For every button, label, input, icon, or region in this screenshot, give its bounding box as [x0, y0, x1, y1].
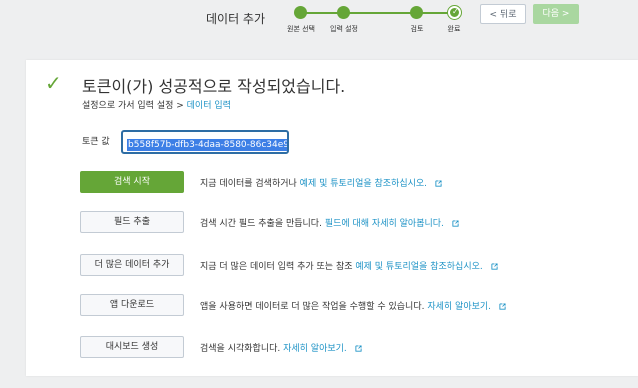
success-check-icon: ✓ — [45, 71, 62, 95]
row-text: 검색 시간 필드 추출을 만듭니다. — [200, 219, 325, 229]
action-row-search: 검색 시작 지금 데이터를 검색하거나 예제 및 튜토리얼을 참조하십시오. — [80, 171, 638, 193]
row-description: 지금 더 많은 데이터 입력 추가 또는 참조 예제 및 튜토리얼을 참조하십시… — [200, 259, 498, 272]
result-card: ✓ 토큰이(가) 성공적으로 작성되었습니다. 설정으로 가서 입력 설정 > … — [26, 60, 638, 376]
step-label-2: 입력 설정 — [330, 25, 358, 33]
row-text: 검색을 시각화합니다. — [200, 344, 284, 354]
token-value-text: b558f57b-dfb3-4daa-8580-86c34e9 — [127, 139, 289, 151]
external-link-icon[interactable] — [435, 180, 442, 187]
external-link-icon[interactable] — [491, 263, 498, 270]
next-button[interactable]: 다음 > — [533, 4, 579, 24]
success-headline: 토큰이(가) 성공적으로 작성되었습니다. — [82, 77, 346, 96]
row-description: 앱을 사용하면 데이터로 더 많은 작업을 수행할 수 있습니다. 자세히 알아… — [200, 299, 506, 312]
external-link-icon[interactable] — [499, 303, 506, 310]
row-description: 지금 데이터를 검색하거나 예제 및 튜토리얼을 참조하십시오. — [200, 176, 442, 189]
row-description: 검색 시간 필드 추출을 만듭니다. 필드에 대해 자세히 알아봅니다. — [200, 216, 459, 229]
settings-breadcrumb: 설정으로 가서 입력 설정 > 데이터 입력 — [82, 98, 231, 111]
row-text: 지금 더 많은 데이터 입력 추가 또는 참조 — [200, 262, 356, 272]
external-link-icon[interactable] — [452, 220, 459, 227]
step-label-4: 완료 — [447, 25, 461, 33]
learn-more-link[interactable]: 자세히 알아보기. — [283, 344, 347, 354]
top-bar: 데이터 추가 ✓ 원본 선택 입력 설정 검토 완료 < 뒤로 다음 > — [0, 0, 638, 44]
add-more-data-button[interactable]: 더 많은 데이터 추가 — [80, 254, 184, 276]
step-dot-complete: ✓ — [448, 6, 461, 19]
extract-fields-button[interactable]: 필드 추출 — [80, 211, 184, 233]
action-row-apps: 앱 다운로드 앱을 사용하면 데이터로 더 많은 작업을 수행할 수 있습니다.… — [80, 294, 638, 316]
examples-link[interactable]: 예제 및 튜토리얼을 참조하십시오. — [300, 179, 427, 189]
back-button[interactable]: < 뒤로 — [480, 4, 526, 24]
start-search-button[interactable]: 검색 시작 — [80, 171, 184, 193]
check-icon: ✓ — [452, 7, 459, 16]
action-row-dashboard: 대시보드 생성 검색을 시각화합니다. 자세히 알아보기. — [80, 336, 638, 358]
create-dashboard-button[interactable]: 대시보드 생성 — [80, 336, 184, 358]
breadcrumb-prefix: 설정으로 가서 입력 설정 > — [82, 101, 187, 111]
fields-learn-link[interactable]: 필드에 대해 자세히 알아봅니다. — [325, 219, 444, 229]
row-text: 지금 데이터를 검색하거나 — [200, 179, 300, 189]
download-apps-button[interactable]: 앱 다운로드 — [80, 294, 184, 316]
page-title: 데이터 추가 — [206, 12, 266, 26]
progress-line — [300, 12, 454, 14]
row-description: 검색을 시각화합니다. 자세히 알아보기. — [200, 341, 362, 354]
action-row-fields: 필드 추출 검색 시간 필드 추출을 만듭니다. 필드에 대해 자세히 알아봅니… — [80, 211, 638, 233]
row-text: 앱을 사용하면 데이터로 더 많은 작업을 수행할 수 있습니다. — [200, 302, 428, 312]
learn-more-link[interactable]: 자세히 알아보기. — [427, 302, 491, 312]
step-dot-2 — [337, 6, 350, 19]
step-label-3: 검토 — [410, 25, 424, 33]
step-dot-3 — [410, 6, 423, 19]
token-value-field[interactable]: b558f57b-dfb3-4daa-8580-86c34e9 — [121, 130, 289, 154]
step-dot-1 — [294, 6, 307, 19]
action-row-add-data: 더 많은 데이터 추가 지금 더 많은 데이터 입력 추가 또는 참조 예제 및… — [80, 254, 638, 276]
token-label: 토큰 값 — [82, 137, 110, 147]
data-input-link[interactable]: 데이터 입력 — [187, 101, 231, 111]
examples-link[interactable]: 예제 및 튜토리얼을 참조하십시오. — [355, 262, 482, 272]
step-label-1: 원본 선택 — [287, 25, 315, 33]
external-link-icon[interactable] — [355, 345, 362, 352]
